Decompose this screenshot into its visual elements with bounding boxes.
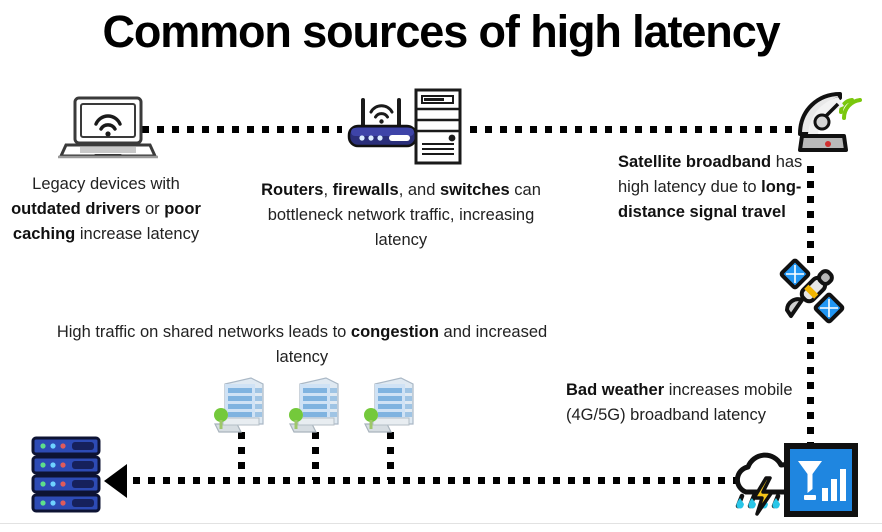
satellite-note: Satellite broadband has high latency due…	[618, 150, 808, 225]
connector-server-satellite	[470, 126, 800, 133]
office-building-icon	[211, 374, 267, 434]
bad-weather-note: Bad weather increases mobile (4G/5G) bro…	[566, 378, 806, 428]
router-wifi-icon	[345, 90, 420, 152]
connector-dish-satellite	[807, 166, 814, 266]
office-building-icon	[286, 374, 342, 434]
note-fragment: Legacy devices with	[32, 175, 180, 193]
satellite-orbit-icon	[779, 258, 845, 324]
note-fragment: Bad weather	[566, 381, 665, 399]
note-fragment: firewalls	[332, 181, 399, 199]
legacy-devices-note: Legacy devices with outdated drivers or …	[2, 172, 210, 247]
page-title: Common sources of high latency	[102, 6, 780, 57]
office-building-icon	[361, 374, 417, 434]
mobile-signal-icon	[784, 443, 858, 517]
note-fragment: switches	[439, 181, 510, 199]
server-tower-icon	[413, 88, 465, 166]
connector-building-1	[238, 432, 245, 480]
connector-satellite-mobile	[807, 322, 814, 444]
connector-laptop-router	[142, 126, 342, 133]
connector-building-3	[387, 432, 394, 480]
note-fragment: Routers	[261, 181, 324, 199]
connector-building-2	[312, 432, 319, 480]
note-fragment: congestion	[350, 323, 439, 341]
laptop-wifi-icon	[58, 96, 158, 164]
infographic-canvas: Common sources of high latency Legacy de…	[0, 0, 882, 532]
routers-note: Routers, firewalls, and switches can bot…	[243, 178, 559, 253]
connector-mobile-serverrack	[133, 477, 745, 484]
congestion-note: High traffic on shared networks leads to…	[55, 320, 549, 370]
note-fragment: High traffic on shared networks leads to	[56, 323, 351, 341]
note-fragment: outdated drivers	[11, 200, 141, 218]
arrow-left-icon	[104, 464, 127, 498]
server-rack-icon	[30, 435, 102, 513]
note-fragment: Satellite broadband	[618, 153, 772, 171]
note-fragment: increase latency	[75, 225, 200, 243]
footer-divider	[0, 523, 882, 524]
note-fragment: , and	[398, 181, 440, 199]
note-fragment: ,	[323, 181, 333, 199]
note-fragment: or	[140, 200, 165, 218]
